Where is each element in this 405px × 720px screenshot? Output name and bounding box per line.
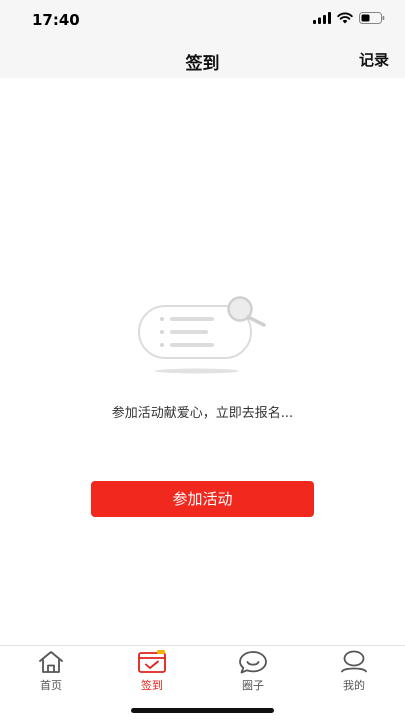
tab-circle-label: 圈子 [242,679,264,692]
chat-bubble-icon [239,651,267,674]
empty-state-message: 参加活动献爱心，立即去报名... [111,406,294,421]
status-bar: 17:40 [0,0,405,40]
home-indicator [131,708,274,713]
tab-sign-in-label: 签到 [141,679,163,692]
join-activity-button[interactable]: 参加活动 [91,481,314,517]
records-button[interactable]: 记录 [359,49,389,70]
user-icon [341,650,367,673]
nav-bar: 签到 记录 [0,40,405,78]
tab-mine[interactable]: 我的 [319,650,389,693]
status-icons [313,12,385,24]
page-title: 签到 [185,54,220,74]
tab-home-label: 首页 [40,679,62,692]
sign-in-icon [138,650,166,673]
battery-icon [359,12,385,24]
tab-mine-label: 我的 [343,679,365,692]
tab-circle[interactable]: 圈子 [218,650,288,693]
tab-sign-in[interactable]: 签到 [117,650,187,693]
tab-home[interactable]: 首页 [16,650,86,693]
status-time: 17:40 [32,11,80,29]
empty-list-search-icon [138,296,266,374]
home-icon [39,651,63,673]
wifi-icon [337,12,353,24]
cellular-signal-icon [313,12,331,24]
